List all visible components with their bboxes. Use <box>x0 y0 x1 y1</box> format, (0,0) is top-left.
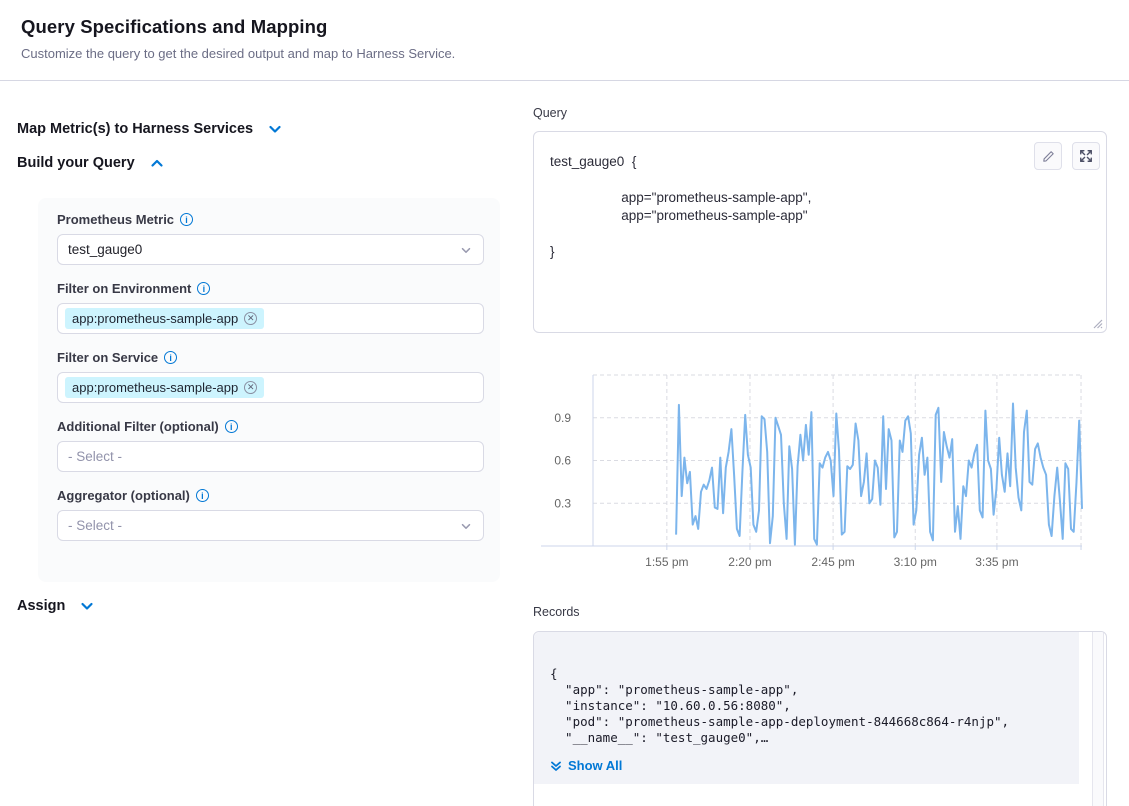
records-scrollbar[interactable] <box>1092 632 1104 806</box>
svg-text:0.6: 0.6 <box>554 454 571 468</box>
filter-tag-text: app:prometheus-sample-app <box>72 380 238 395</box>
chevron-up-icon <box>149 155 165 171</box>
svg-text:3:10 pm: 3:10 pm <box>894 555 937 569</box>
additional-filter-input[interactable]: - Select - <box>57 441 484 472</box>
section-build-query[interactable]: Build your Query <box>17 155 165 171</box>
page-title: Query Specifications and Mapping <box>21 16 327 38</box>
chevron-down-icon <box>267 121 283 137</box>
svg-text:2:20 pm: 2:20 pm <box>728 555 771 569</box>
remove-tag-icon[interactable]: ✕ <box>244 381 257 394</box>
filter-service-field: Filter on Service i app:prometheus-sampl… <box>57 350 481 403</box>
filter-service-input[interactable]: app:prometheus-sample-app ✕ <box>57 372 484 403</box>
filter-tag-text: app:prometheus-sample-app <box>72 311 238 326</box>
edit-query-button[interactable] <box>1034 142 1062 170</box>
section-assign[interactable]: Assign <box>17 598 95 614</box>
svg-text:0.9: 0.9 <box>554 411 571 425</box>
query-code: test_gauge0 { app="prometheus-sample-app… <box>534 132 1106 282</box>
filter-environment-field: Filter on Environment i app:prometheus-s… <box>57 281 481 334</box>
info-icon[interactable]: i <box>180 213 193 226</box>
record-json: { "app": "prometheus-sample-app", "insta… <box>534 632 1079 752</box>
page-subtitle: Customize the query to get the desired o… <box>21 46 455 61</box>
info-icon[interactable]: i <box>196 489 209 502</box>
metric-trend-chart: 0.3 0.6 0.9 1:55 pm 2:20 pm 2:45 pm 3:10 pm 3:3… <box>533 363 1107 573</box>
info-icon[interactable]: i <box>197 282 210 295</box>
section-map-metrics-label: Map Metric(s) to Harness Services <box>17 121 253 137</box>
remove-tag-icon[interactable]: ✕ <box>244 312 257 325</box>
show-all-link[interactable]: Show All <box>550 758 622 773</box>
aggregator-field: Aggregator (optional) i - Select - <box>57 488 481 541</box>
prometheus-metric-field: Prometheus Metric i test_gauge0 <box>57 212 481 265</box>
aggregator-label: Aggregator (optional) <box>57 488 190 503</box>
query-specifications-page: Query Specifications and Mapping Customi… <box>0 0 1129 806</box>
aggregator-placeholder: - Select - <box>68 518 122 533</box>
double-chevron-down-icon <box>550 760 562 772</box>
records-section-label: Records <box>533 605 580 619</box>
chevron-down-icon <box>459 243 473 257</box>
resize-handle-icon[interactable] <box>1092 318 1103 329</box>
svg-text:0.3: 0.3 <box>554 496 571 510</box>
pencil-icon <box>1041 149 1056 164</box>
section-map-metrics[interactable]: Map Metric(s) to Harness Services <box>17 121 283 137</box>
filter-service-label: Filter on Service <box>57 350 158 365</box>
chevron-down-icon <box>79 598 95 614</box>
prometheus-metric-select[interactable]: test_gauge0 <box>57 234 484 265</box>
record-item: { "app": "prometheus-sample-app", "insta… <box>534 632 1079 784</box>
section-build-query-label: Build your Query <box>17 155 135 171</box>
additional-filter-placeholder: - Select - <box>68 449 122 464</box>
header-divider <box>0 80 1129 81</box>
additional-filter-label: Additional Filter (optional) <box>57 419 219 434</box>
info-icon[interactable]: i <box>225 420 238 433</box>
info-icon[interactable]: i <box>164 351 177 364</box>
svg-text:3:35 pm: 3:35 pm <box>975 555 1018 569</box>
query-section-label: Query <box>533 106 567 120</box>
prometheus-metric-label: Prometheus Metric <box>57 212 174 227</box>
expand-icon <box>1079 149 1093 163</box>
records-panel: { "app": "prometheus-sample-app", "insta… <box>533 631 1107 806</box>
query-editor: test_gauge0 { app="prometheus-sample-app… <box>533 131 1107 333</box>
prometheus-metric-value: test_gauge0 <box>68 242 142 257</box>
filter-environment-input[interactable]: app:prometheus-sample-app ✕ <box>57 303 484 334</box>
additional-filter-field: Additional Filter (optional) i - Select … <box>57 419 481 472</box>
filter-environment-label: Filter on Environment <box>57 281 191 296</box>
svg-text:1:55 pm: 1:55 pm <box>645 555 688 569</box>
query-builder-card: Prometheus Metric i test_gauge0 Filter o… <box>38 198 500 582</box>
aggregator-select[interactable]: - Select - <box>57 510 484 541</box>
expand-query-button[interactable] <box>1072 142 1100 170</box>
show-all-label: Show All <box>568 758 622 773</box>
filter-tag-chip: app:prometheus-sample-app ✕ <box>65 308 264 329</box>
filter-tag-chip: app:prometheus-sample-app ✕ <box>65 377 264 398</box>
chevron-down-icon <box>459 519 473 533</box>
section-assign-label: Assign <box>17 598 65 614</box>
svg-text:2:45 pm: 2:45 pm <box>811 555 854 569</box>
